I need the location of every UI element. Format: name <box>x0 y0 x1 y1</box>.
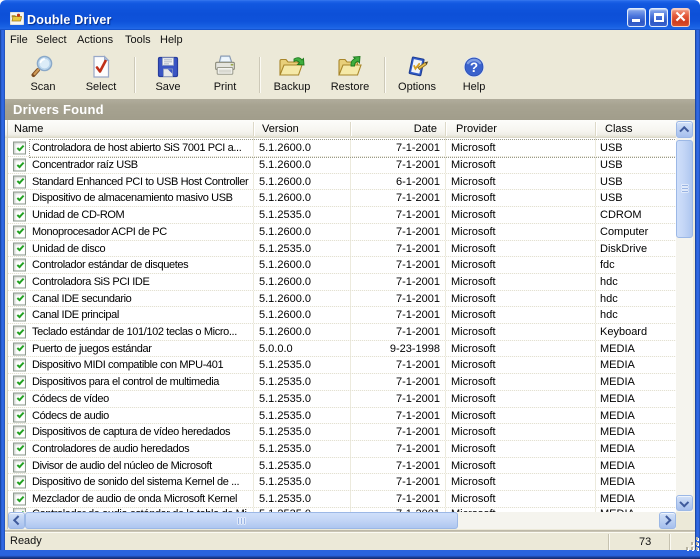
svg-text:?: ? <box>470 60 478 75</box>
